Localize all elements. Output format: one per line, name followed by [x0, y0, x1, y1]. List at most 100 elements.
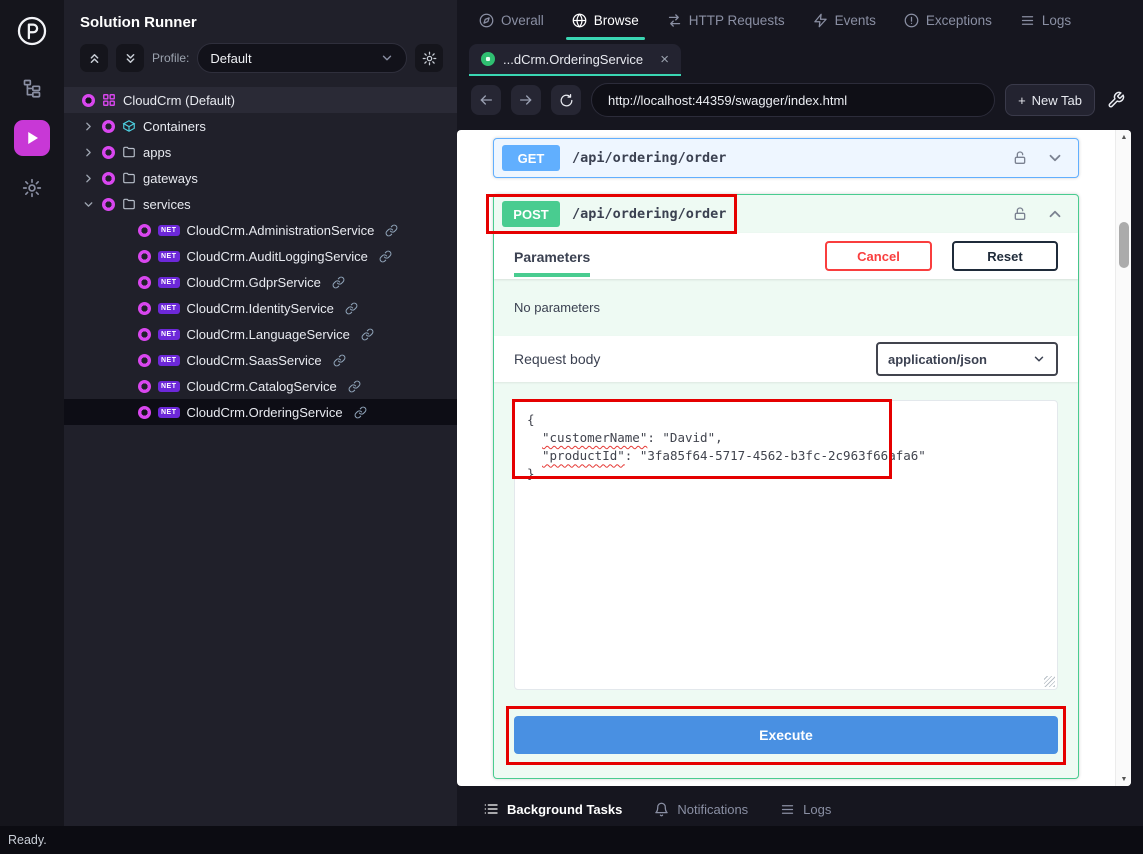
url-input[interactable]: http://localhost:44359/swagger/index.htm…: [591, 83, 995, 117]
execute-button[interactable]: Execute: [514, 716, 1058, 754]
tree-item-label: gateways: [143, 171, 198, 186]
chevron-right-icon[interactable]: [82, 172, 95, 185]
tree-item-gateways[interactable]: gateways: [64, 165, 457, 191]
tree-item-service[interactable]: NET CloudCrm.LanguageService: [64, 321, 457, 347]
no-parameters-text: No parameters: [494, 279, 1078, 336]
link-icon: [379, 250, 392, 263]
tree-item-containers[interactable]: Containers: [64, 113, 457, 139]
compass-icon: [479, 13, 494, 28]
new-tab-button[interactable]: + New Tab: [1005, 84, 1095, 116]
collapse-all-button[interactable]: [80, 44, 108, 72]
bottom-bar: Background Tasks Notifications Logs: [457, 792, 1143, 826]
dotnet-badge-icon: NET: [158, 381, 180, 392]
tree-item-service[interactable]: NET CloudCrm.GdprService: [64, 269, 457, 295]
tree-item-label: CloudCrm.LanguageService: [187, 327, 350, 342]
main-row: Solution Runner Profile: Default: [0, 0, 1143, 826]
link-icon: [345, 302, 358, 315]
get-method-badge: GET: [502, 145, 560, 171]
json-value: : "3fa85f64-5717-4562-b3fc-2c963f66afa6": [625, 448, 926, 463]
tab-events[interactable]: Events: [813, 0, 876, 40]
tab-label: Exceptions: [926, 13, 992, 28]
lock-icon[interactable]: [1012, 206, 1028, 222]
status-dot-icon: [102, 146, 115, 159]
status-dot-icon: [102, 120, 115, 133]
tab-exceptions[interactable]: Exceptions: [904, 0, 992, 40]
scrollbar-thumb[interactable]: [1119, 222, 1129, 268]
opblock-get-header[interactable]: GET /api/ordering/order: [494, 139, 1078, 177]
chevron-down-icon[interactable]: [82, 198, 95, 211]
tab-logs[interactable]: Logs: [1020, 0, 1071, 40]
browser-tab[interactable]: ...dCrm.OrderingService ×: [469, 44, 681, 76]
tab-close-icon[interactable]: ×: [660, 51, 669, 68]
sidebar-controls: Profile: Default: [64, 39, 457, 85]
tree-view-icon[interactable]: [14, 70, 50, 106]
link-icon: [354, 406, 367, 419]
tab-label: Logs: [1042, 13, 1071, 28]
notifications-button[interactable]: Notifications: [654, 802, 748, 817]
cancel-button[interactable]: Cancel: [825, 241, 932, 271]
tree-item-apps[interactable]: apps: [64, 139, 457, 165]
json-line: }: [527, 465, 1045, 483]
tree-item-service[interactable]: NET CloudCrm.CatalogService: [64, 373, 457, 399]
containers-icon: [122, 119, 136, 133]
tree-item-service[interactable]: NET CloudCrm.AdministrationService: [64, 217, 457, 243]
view-tabs: Overall Browse HTTP Requests Events Exce…: [457, 0, 1143, 40]
browser-viewport: GET /api/ordering/order POST: [457, 124, 1143, 792]
json-line: "customerName": "David",: [527, 429, 1045, 447]
json-line: {: [527, 411, 1045, 429]
back-button[interactable]: [471, 85, 501, 115]
profile-settings-button[interactable]: [415, 44, 443, 72]
opblock-post-header[interactable]: POST /api/ordering/order: [494, 195, 1078, 233]
refresh-icon: [559, 93, 574, 108]
tree-item-service[interactable]: NET CloudCrm.IdentityService: [64, 295, 457, 321]
json-line: "productId": "3fa85f64-5717-4562-b3fc-2c…: [527, 447, 1045, 465]
status-dot-icon: [102, 198, 115, 211]
annotation-box-execute: Execute: [514, 716, 1058, 754]
swagger-page: GET /api/ordering/order POST: [457, 130, 1131, 786]
resize-handle[interactable]: [1044, 676, 1055, 687]
scrollbar[interactable]: ▲ ▼: [1115, 130, 1131, 786]
tab-label: Browse: [594, 13, 639, 28]
status-dot-icon: [138, 302, 151, 315]
run-button[interactable]: [14, 120, 50, 156]
tree-item-services[interactable]: services: [64, 191, 457, 217]
tab-http-requests[interactable]: HTTP Requests: [667, 0, 785, 40]
chevron-right-icon[interactable]: [82, 146, 95, 159]
reset-button[interactable]: Reset: [952, 241, 1058, 271]
scroll-down-icon[interactable]: ▼: [1116, 773, 1131, 785]
tools-button[interactable]: [1105, 91, 1127, 109]
app-logo-icon: [11, 10, 53, 52]
activity-bar: [0, 0, 64, 826]
scroll-up-icon[interactable]: ▲: [1116, 131, 1131, 143]
browser-tab-strip: ...dCrm.OrderingService ×: [457, 40, 1143, 76]
json-key: "customerName": [542, 430, 647, 445]
tree-item-service[interactable]: NET CloudCrm.AuditLoggingService: [64, 243, 457, 269]
tab-favicon-icon: [481, 52, 495, 66]
chevron-up-icon[interactable]: [1046, 205, 1064, 223]
tree-item-service-selected[interactable]: NET CloudCrm.OrderingService: [64, 399, 457, 425]
tab-label: HTTP Requests: [689, 13, 785, 28]
tab-overall[interactable]: Overall: [479, 0, 544, 40]
forward-button[interactable]: [511, 85, 541, 115]
content-type-dropdown[interactable]: application/json: [876, 342, 1058, 376]
logs-button[interactable]: Logs: [780, 802, 831, 817]
background-tasks-button[interactable]: Background Tasks: [483, 801, 622, 817]
settings-gear-icon[interactable]: [14, 170, 50, 206]
url-text: http://localhost:44359/swagger/index.htm…: [608, 93, 847, 108]
status-dot-icon: [138, 406, 151, 419]
chevron-down-icon[interactable]: [1046, 149, 1064, 167]
request-body-editor[interactable]: { "customerName": "David", "productId": …: [514, 400, 1058, 690]
profile-label: Profile:: [152, 51, 189, 65]
refresh-button[interactable]: [551, 85, 581, 115]
parameters-tab[interactable]: Parameters: [514, 235, 590, 277]
status-dot-icon: [102, 172, 115, 185]
profile-dropdown[interactable]: Default: [197, 43, 407, 73]
expand-all-button[interactable]: [116, 44, 144, 72]
parameters-section-header: Parameters Cancel Reset: [494, 233, 1078, 279]
tree-item-root[interactable]: CloudCrm (Default): [64, 87, 457, 113]
tree-item-label: CloudCrm.AuditLoggingService: [187, 249, 368, 264]
tab-browse[interactable]: Browse: [572, 0, 639, 40]
chevron-right-icon[interactable]: [82, 120, 95, 133]
lock-icon[interactable]: [1012, 150, 1028, 166]
tree-item-service[interactable]: NET CloudCrm.SaasService: [64, 347, 457, 373]
